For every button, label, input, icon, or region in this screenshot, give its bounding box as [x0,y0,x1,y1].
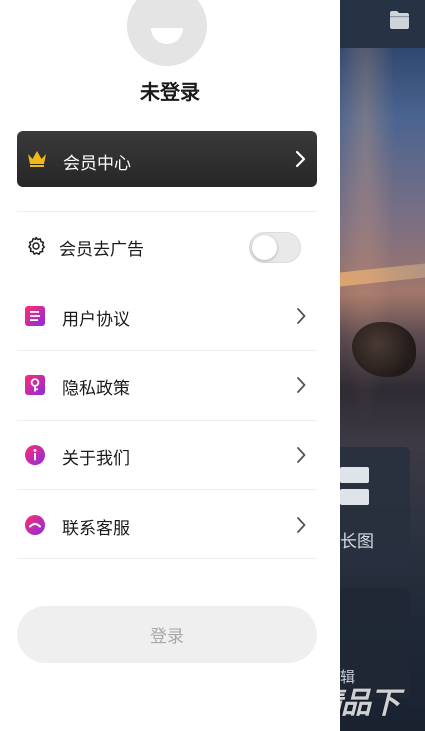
divider [17,420,317,421]
long-image-label: 长图 [340,532,374,552]
crown-icon [28,151,46,167]
chevron-right-icon [297,377,306,393]
chevron-right-icon [297,517,306,533]
menu-item-label: 联系客服 [62,519,130,539]
avatar[interactable] [127,0,207,66]
login-button[interactable]: 登录 [17,606,317,663]
gear-icon [28,236,45,256]
toggle-knob [252,235,277,260]
menu-item-privacy-policy[interactable]: 隐私政策 [17,357,317,413]
divider [17,350,317,351]
vip-center-button[interactable]: 会员中心 [17,131,317,187]
menu-item-label: 关于我们 [62,449,130,469]
chevron-right-icon [295,150,306,168]
username[interactable]: 未登录 [0,76,340,105]
menu-item-label: 隐私政策 [62,379,130,399]
divider [17,558,317,559]
chevron-right-icon [297,308,306,324]
card-icon-bar [340,467,369,483]
divider [17,211,317,212]
remove-ads-label: 会员去广告 [59,240,144,260]
avatar-smile [151,28,183,44]
info-icon [25,445,45,465]
document-icon [25,306,45,326]
divider [17,489,317,490]
chevron-right-icon [297,447,306,463]
side-drawer: 未登录 会员中心 会员去广告 用户协议 隐私政策 关于我们 联系客服 登录 [0,0,340,731]
menu-item-about-us[interactable]: 关于我们 [17,427,317,483]
background-top-bar [340,0,425,48]
remove-ads-row: 会员去广告 [17,218,317,274]
menu-item-label: 用户协议 [62,310,130,330]
chat-icon [25,515,45,535]
menu-item-contact-support[interactable]: 联系客服 [17,497,317,553]
menu-item-user-agreement[interactable]: 用户协议 [17,288,317,344]
vip-center-label: 会员中心 [63,154,131,174]
card-icon-bar [340,489,369,505]
key-icon [25,375,45,395]
folder-icon[interactable] [389,10,410,30]
remove-ads-toggle[interactable] [249,232,301,263]
